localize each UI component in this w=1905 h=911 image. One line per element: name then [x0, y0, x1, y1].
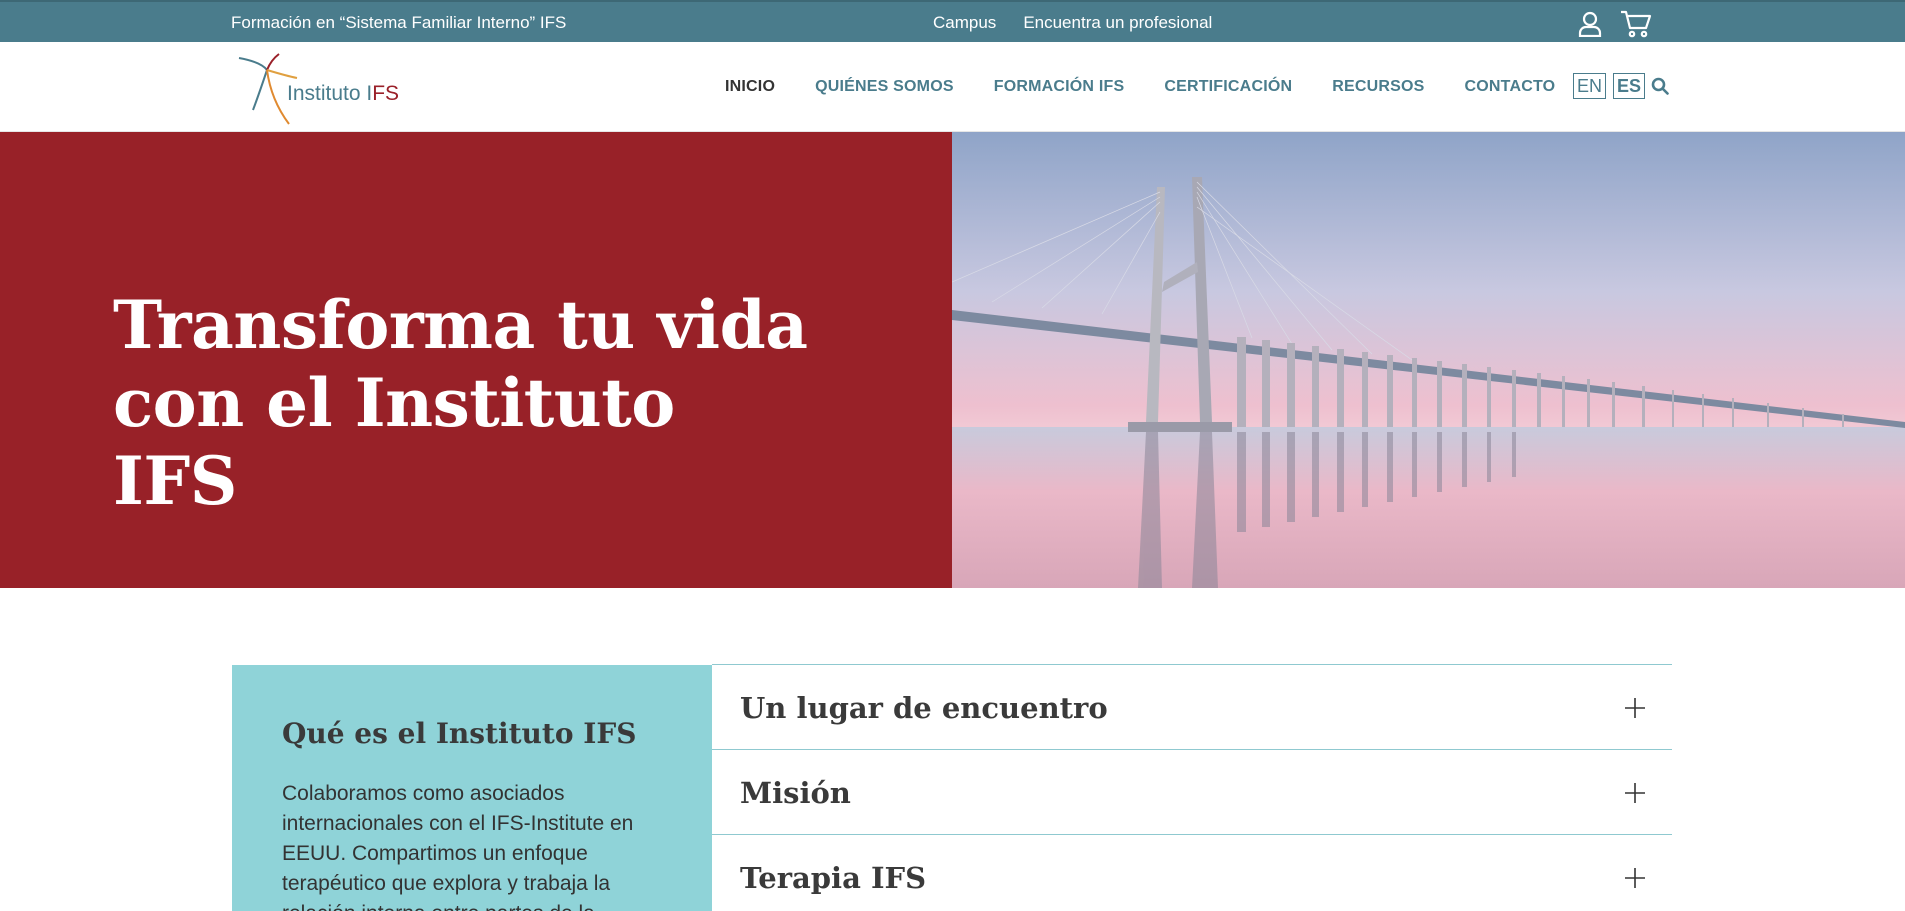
top-bar: Formación en “Sistema Familiar Interno” …: [0, 0, 1905, 42]
about-card: Qué es el Instituto IFS Colaboramos como…: [232, 665, 712, 911]
accordion: Un lugar de encuentro Misión Terapia IFS: [712, 664, 1672, 911]
find-professional-link[interactable]: Encuentra un profesional: [1023, 13, 1212, 33]
nav-item-inicio[interactable]: INICIO: [725, 78, 775, 96]
accordion-item-terapia[interactable]: Terapia IFS: [712, 834, 1672, 911]
logo-text: Instituto IFS: [287, 82, 400, 105]
language-switcher: EN ES: [1573, 73, 1646, 99]
nav-item-contacto[interactable]: CONTACTO: [1465, 78, 1556, 96]
top-bar-tagline[interactable]: Formación en “Sistema Familiar Interno” …: [231, 13, 566, 33]
accordion-label: Un lugar de encuentro: [740, 691, 1108, 725]
lang-es-button[interactable]: ES: [1613, 73, 1646, 99]
lang-en-button[interactable]: EN: [1573, 73, 1607, 99]
accordion-label: Misión: [740, 776, 851, 810]
accordion-item-encuentro[interactable]: Un lugar de encuentro: [712, 664, 1672, 749]
search-icon[interactable]: [1651, 77, 1669, 95]
about-title: Qué es el Instituto IFS: [282, 717, 637, 750]
hero-title: Transforma tu vida con el Instituto IFS: [113, 286, 808, 520]
hero-banner: Transforma tu vida con el Instituto IFS: [0, 132, 952, 588]
about-body: Colaboramos como asociados internacional…: [282, 782, 634, 911]
site-header: Instituto IFS INICIO QUIÉNES SOMOS FORMA…: [0, 42, 1905, 132]
plus-icon[interactable]: [1624, 697, 1646, 724]
site-logo[interactable]: Instituto IFS: [231, 50, 406, 126]
nav-item-recursos[interactable]: RECURSOS: [1332, 78, 1424, 96]
nav-item-formacion-ifs[interactable]: FORMACIÓN IFS: [994, 78, 1125, 96]
nav-item-certificacion[interactable]: CERTIFICACIÓN: [1164, 78, 1292, 96]
accordion-label: Terapia IFS: [740, 861, 927, 895]
bridge-image: [952, 132, 1905, 588]
accordion-item-mision[interactable]: Misión: [712, 749, 1672, 834]
top-bar-links: Campus Encuentra un profesional: [933, 13, 1212, 33]
plus-icon[interactable]: [1624, 867, 1646, 894]
main-nav: INICIO QUIÉNES SOMOS FORMACIÓN IFS CERTI…: [725, 78, 1555, 96]
campus-link[interactable]: Campus: [933, 13, 996, 33]
nav-item-quienes-somos[interactable]: QUIÉNES SOMOS: [815, 78, 954, 96]
plus-icon[interactable]: [1624, 782, 1646, 809]
user-icon[interactable]: [1578, 11, 1602, 37]
cart-icon[interactable]: [1620, 10, 1652, 38]
hero-image: [952, 132, 1905, 588]
top-bar-icons: [1578, 10, 1652, 38]
